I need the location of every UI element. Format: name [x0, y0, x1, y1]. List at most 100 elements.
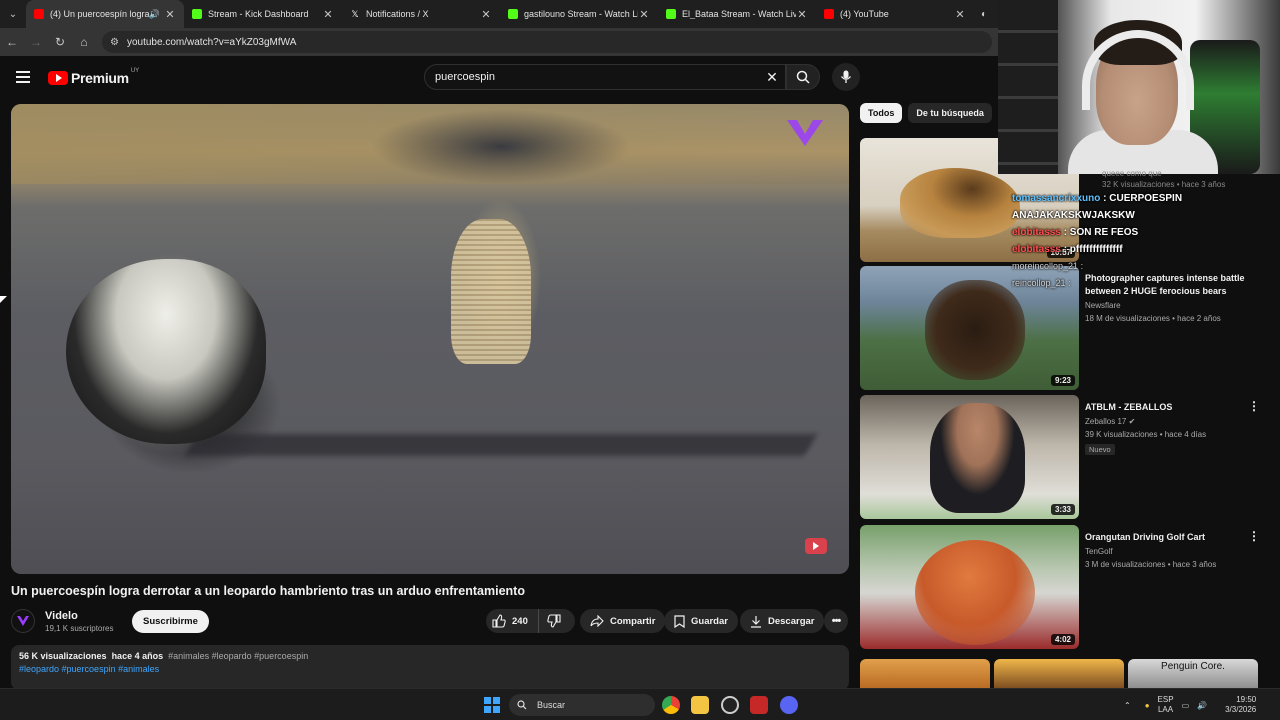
like-button[interactable]: 240: [486, 609, 539, 633]
tab-kick-gastilouno[interactable]: gastilouno Stream - Watch Live ✕: [500, 0, 658, 28]
network-icon[interactable]: ▭: [1182, 701, 1190, 710]
browser-tab-bar: ⌄ (4) Un puercoespín logra de 🔊 ✕ Stream…: [0, 0, 1000, 28]
recommended-video[interactable]: 4:02 Orangutan Driving Golf Cart TenGolf…: [860, 525, 1270, 649]
new-badge: Nuevo: [1085, 444, 1115, 455]
tab-kick-dashboard[interactable]: Stream - Kick Dashboard ✕: [184, 0, 342, 28]
tab-search-button[interactable]: ⌄: [0, 0, 26, 28]
tab-close-icon[interactable]: ✕: [164, 8, 176, 21]
video-frame-shadow: [184, 434, 818, 456]
chat-username: tomassancrixxuno: [1012, 193, 1101, 204]
chip-todos[interactable]: Todos: [860, 103, 903, 123]
description-box[interactable]: 56 K visualizaciones hace 4 años #animal…: [11, 645, 849, 690]
tab-title: (4) Un puercoespín logra de: [50, 9, 149, 19]
video-player[interactable]: [11, 104, 849, 574]
video-frame-leopard: [451, 219, 531, 364]
more-actions-button[interactable]: •••: [824, 609, 848, 633]
tab-kick-el-bataa[interactable]: El_Bataa Stream - Watch Live o ✕: [658, 0, 816, 28]
short-thumbnail[interactable]: Penguin Core.: [1128, 659, 1258, 689]
clock[interactable]: 19:50 3/3/2026: [1225, 695, 1256, 715]
volume-icon[interactable]: 🔊: [1197, 701, 1207, 710]
hashtags[interactable]: #leopardo #puercoespin #animales: [19, 664, 159, 674]
speaker-icon[interactable]: 🔊: [149, 9, 160, 20]
search-button[interactable]: [786, 64, 820, 90]
lang-code: ESP: [1157, 695, 1174, 704]
dislike-button[interactable]: [539, 609, 575, 633]
youtube-watermark-icon[interactable]: [805, 538, 827, 554]
video-frame-porcupine: [66, 259, 266, 444]
hashtags-top[interactable]: #animales #leopardo #puercoespin: [168, 651, 308, 661]
recommended-video[interactable]: 3:33 ATBLM - ZEBALLOS Zeballos 17 ✔ 39 K…: [860, 395, 1270, 519]
chat-message: elobitasss : SON RE FEOS: [1012, 224, 1280, 241]
channel-avatar[interactable]: [11, 609, 35, 633]
back-arrow-icon[interactable]: ←: [0, 35, 24, 49]
share-button[interactable]: Compartir: [580, 609, 666, 633]
tab-x-notifications[interactable]: 𝕏 Notifications / X ✕: [342, 0, 500, 28]
tab-youtube-video[interactable]: (4) Un puercoespín logra de 🔊 ✕: [26, 0, 184, 28]
system-tray: ⌃ ● ESP LAA ▭ 🔊 19:50 3/3/2026: [1124, 689, 1266, 720]
clear-search-icon[interactable]: ✕: [759, 69, 785, 86]
tab-close-icon[interactable]: ✕: [954, 8, 966, 21]
obs-icon[interactable]: [721, 696, 739, 714]
download-button[interactable]: Descargar: [740, 609, 825, 633]
channel-name[interactable]: Newsflare: [1085, 301, 1245, 310]
more-horizontal-icon: •••: [831, 615, 842, 627]
language-indicator[interactable]: ESP LAA: [1158, 695, 1174, 715]
thumbnail-man: [930, 403, 1025, 513]
microphone-tray-icon[interactable]: ●: [1145, 701, 1150, 710]
more-vertical-icon[interactable]: ⋮: [1248, 399, 1260, 413]
tab-close-icon[interactable]: ✕: [638, 8, 650, 21]
channel-name[interactable]: Zeballos 17 ✔: [1085, 417, 1245, 426]
mouse-cursor: [0, 296, 7, 303]
duration-badge: 3:33: [1050, 504, 1075, 515]
windows-start-icon[interactable]: [484, 697, 500, 713]
channel-name[interactable]: Videlo: [45, 610, 113, 622]
menu-icon[interactable]: [16, 71, 30, 83]
app-icon[interactable]: [750, 696, 768, 714]
url-field[interactable]: ⚙ youtube.com/watch?v=aYkZ03gMfWA: [102, 31, 992, 53]
save-button[interactable]: Guardar: [664, 609, 738, 633]
thumbnail-lion: [900, 168, 1020, 238]
voice-search-button[interactable]: [832, 63, 860, 91]
home-icon[interactable]: ⌂: [72, 35, 96, 49]
channel-watermark-icon[interactable]: [783, 116, 827, 152]
download-label: Descargar: [768, 615, 815, 627]
short-thumbnail[interactable]: [994, 659, 1124, 689]
youtube-logo[interactable]: Premium UY: [48, 68, 139, 86]
clock-date: 3/3/2026: [1225, 705, 1257, 714]
short-thumbnail[interactable]: [860, 659, 990, 689]
video-thumbnail[interactable]: 3:33: [860, 395, 1079, 519]
webcam-shelf: [998, 0, 1058, 174]
search-query: puercoespin: [435, 71, 495, 83]
clock-time: 19:50: [1236, 695, 1257, 704]
file-explorer-icon[interactable]: [691, 696, 709, 714]
discord-icon[interactable]: [780, 696, 798, 714]
video-thumbnail[interactable]: 4:02: [860, 525, 1079, 649]
chat-message: moreincollop_21 :: [1012, 258, 1280, 275]
subscribe-button[interactable]: Suscribirme: [132, 610, 209, 633]
chevron-up-icon[interactable]: ⌃: [1124, 701, 1131, 710]
video-title[interactable]: Orangutan Driving Golf Cart: [1085, 531, 1245, 544]
google-icon[interactable]: ◐: [974, 0, 994, 28]
more-vertical-icon[interactable]: ⋮: [1248, 529, 1260, 543]
forward-arrow-icon[interactable]: →: [24, 35, 48, 49]
video-title[interactable]: ATBLM - ZEBALLOS: [1085, 401, 1245, 414]
tab-close-icon[interactable]: ✕: [322, 8, 334, 21]
chat-message: tomassancrixxuno : CUERPOESPIN: [1012, 190, 1280, 207]
chrome-icon[interactable]: [662, 696, 680, 714]
search-input[interactable]: puercoespin ✕: [424, 64, 786, 90]
lang-layout: LAA: [1157, 705, 1174, 714]
tab-close-icon[interactable]: ✕: [480, 8, 492, 21]
video-meta: 18 M de visualizaciones • hace 2 años: [1085, 314, 1221, 323]
channel-name[interactable]: TenGolf: [1085, 547, 1245, 556]
site-info-icon[interactable]: ⚙: [110, 37, 119, 48]
chat-text: :: [1068, 278, 1071, 288]
reload-icon[interactable]: ↻: [48, 35, 72, 49]
windows-taskbar: Buscar ⌃ ● ESP LAA ▭ 🔊 19:50 3/3/2026: [0, 688, 1280, 720]
share-label: Compartir: [610, 615, 656, 627]
tab-close-icon[interactable]: ✕: [796, 8, 808, 21]
view-count: 56 K visualizaciones: [19, 651, 107, 661]
chip-de-tu-busqueda[interactable]: De tu búsqueda: [908, 103, 992, 123]
taskbar-search[interactable]: Buscar: [509, 694, 655, 716]
tab-title: Stream - Kick Dashboard: [208, 9, 309, 19]
tab-youtube-home[interactable]: (4) YouTube ✕: [816, 0, 974, 28]
